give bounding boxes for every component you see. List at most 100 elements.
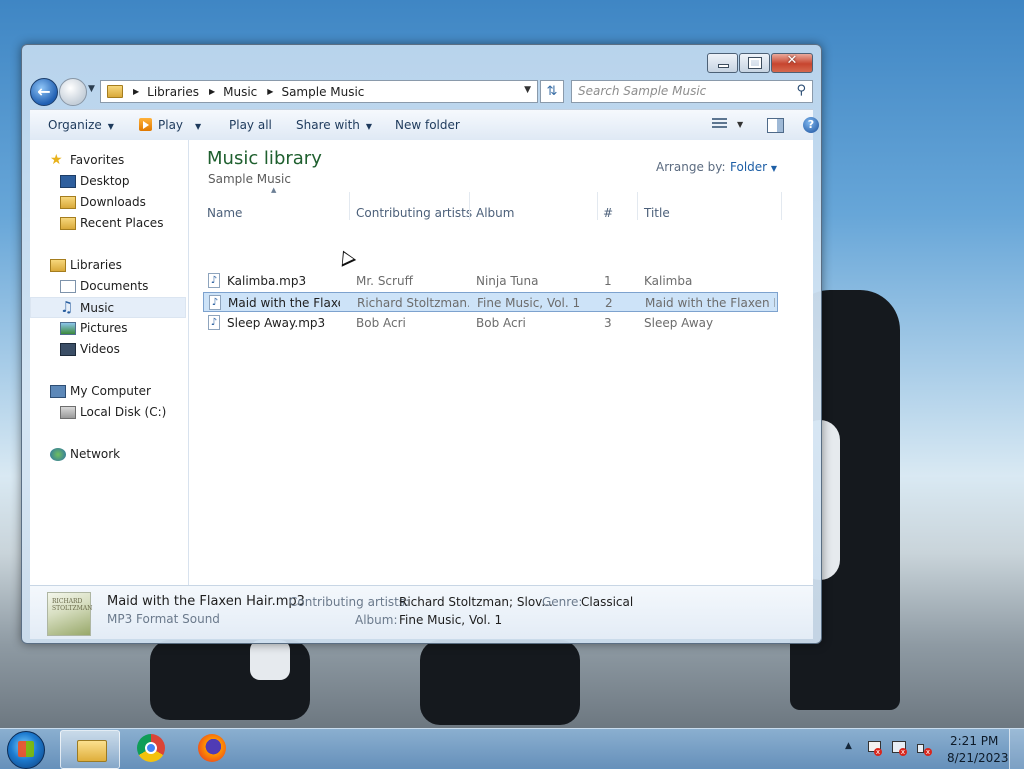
clock-date[interactable]: 8/21/2023 — [947, 751, 1009, 765]
address-dropdown-icon[interactable]: ▼ — [524, 85, 531, 95]
nav-documents[interactable]: Documents — [30, 276, 186, 297]
taskbar-explorer-button[interactable] — [60, 730, 120, 769]
nav-my-computer[interactable]: My Computer — [30, 381, 186, 402]
forward-button[interactable] — [59, 78, 87, 106]
nav-libraries[interactable]: Libraries — [30, 255, 186, 276]
minimize-icon — [718, 64, 729, 68]
minimize-button[interactable] — [707, 53, 738, 73]
preview-pane-icon[interactable] — [767, 118, 784, 133]
table-row[interactable]: ♪ Sleep Away.mp3 Bob Acri Bob Acri 3 Sle… — [203, 313, 778, 333]
column-header-album[interactable]: Album — [476, 202, 514, 224]
navigation-pane: ★ Favorites Desktop Downloads Recent Pla… — [30, 140, 189, 585]
column-divider[interactable] — [469, 192, 470, 220]
details-genre-value[interactable]: Classical — [581, 595, 633, 609]
column-divider[interactable] — [637, 192, 638, 220]
back-button[interactable]: ← — [30, 78, 58, 106]
taskbar-chrome-button[interactable] — [121, 730, 179, 767]
clock-time[interactable]: 2:21 PM — [950, 734, 998, 748]
file-name: Kalimba.mp3 — [227, 274, 307, 288]
details-album-label: Album: — [355, 613, 398, 627]
recent-pages-dropdown[interactable]: ▼ — [88, 84, 95, 94]
firefox-icon — [198, 734, 226, 762]
recent-places-icon — [60, 217, 76, 230]
taskbar-firefox-button[interactable] — [182, 730, 240, 767]
file-title: Sleep Away — [644, 316, 714, 330]
details-album-value[interactable]: Fine Music, Vol. 1 — [399, 613, 502, 627]
views-dropdown-icon[interactable]: ▼ — [737, 110, 743, 140]
column-divider[interactable] — [781, 192, 782, 220]
command-bar: Organize ▼ Play ▼ Play all Share with ▼ New… — [30, 109, 819, 141]
close-button[interactable]: ✕ — [771, 53, 813, 73]
search-box: ⚲ — [571, 80, 813, 103]
chrome-icon — [137, 734, 165, 762]
search-icon[interactable]: ⚲ — [796, 83, 806, 98]
breadcrumb-music[interactable]: Music — [223, 85, 257, 99]
file-artist: Bob Acri — [356, 316, 406, 330]
details-filetype: MP3 Format Sound — [107, 612, 220, 626]
maximize-icon — [748, 57, 762, 69]
breadcrumb-sample-music[interactable]: Sample Music — [281, 85, 364, 99]
column-divider[interactable] — [349, 192, 350, 220]
file-album: Bob Acri — [476, 316, 526, 330]
column-header-artists[interactable]: Contributing artists — [356, 202, 472, 224]
share-with-button[interactable]: Share with ▼ — [296, 110, 372, 140]
search-input[interactable] — [578, 81, 788, 100]
file-title: Maid with the Flaxen H... — [645, 296, 775, 310]
show-hidden-icons-button[interactable]: ▲ — [845, 741, 852, 751]
nav-libraries-label: Libraries — [70, 258, 122, 272]
play-button[interactable]: Play ▼ — [139, 110, 201, 140]
organize-button[interactable]: Organize ▼ — [48, 110, 114, 140]
arrange-by-dropdown[interactable]: Folder ▼ — [730, 160, 777, 174]
file-track-number: 3 — [604, 316, 612, 330]
column-divider[interactable] — [597, 192, 598, 220]
new-folder-button[interactable]: New folder — [395, 110, 460, 140]
change-view-icon[interactable] — [712, 118, 727, 131]
details-artists-label: Contributing artists: — [289, 595, 410, 609]
nav-local-disk[interactable]: Local Disk (C:) — [30, 402, 186, 423]
column-header-name[interactable]: Name — [207, 202, 242, 224]
file-track-number: 2 — [605, 296, 613, 310]
breadcrumb-libraries[interactable]: Libraries — [147, 85, 199, 99]
nav-documents-label: Documents — [80, 279, 149, 293]
volume-muted-icon[interactable]: x — [916, 740, 932, 756]
file-name: Maid with the Flaxe... — [228, 296, 340, 310]
table-row[interactable]: ♪ Maid with the Flaxe... Richard Stoltzm… — [203, 292, 778, 312]
address-bar[interactable]: ▶ Libraries ▶ Music ▶ Sample Music ▼ — [100, 80, 538, 103]
music-note-icon: ♫ — [60, 298, 74, 316]
nav-music[interactable]: ♫ Music — [30, 297, 186, 318]
nav-favorites-label: Favorites — [70, 153, 125, 167]
file-artist: Mr. Scruff — [356, 274, 413, 288]
nav-downloads-label: Downloads — [80, 195, 146, 209]
nav-recent-places[interactable]: Recent Places — [30, 213, 186, 234]
network-status-icon[interactable]: x — [891, 740, 907, 756]
nav-favorites[interactable]: ★ Favorites — [30, 150, 186, 171]
help-icon[interactable]: ? — [803, 117, 819, 133]
nav-network[interactable]: Network — [30, 444, 186, 465]
table-row[interactable]: ♪ Kalimba.mp3 Mr. Scruff Ninja Tuna 1 Ka… — [203, 271, 778, 291]
action-center-flag-icon[interactable]: x — [866, 740, 882, 756]
nav-videos[interactable]: Videos — [30, 339, 186, 360]
nav-desktop[interactable]: Desktop — [30, 171, 186, 192]
share-with-label: Share with — [296, 118, 360, 132]
maximize-button[interactable] — [739, 53, 770, 73]
breadcrumb-separator-icon[interactable]: ▶ — [133, 87, 139, 96]
videos-icon — [60, 343, 76, 356]
column-header-title[interactable]: Title — [644, 202, 670, 224]
details-genre-label: Genre: — [542, 595, 583, 609]
audio-file-icon: ♪ — [209, 295, 221, 310]
file-artist: Richard Stoltzman... — [357, 296, 469, 310]
breadcrumb-separator-icon[interactable]: ▶ — [267, 87, 273, 96]
show-desktop-button[interactable] — [1009, 729, 1024, 769]
refresh-button[interactable]: ⇅ — [540, 80, 564, 103]
breadcrumb-separator-icon[interactable]: ▶ — [209, 87, 215, 96]
column-header-track-number[interactable]: # — [603, 202, 613, 224]
libraries-icon — [50, 259, 66, 272]
file-title: Kalimba — [644, 274, 693, 288]
nav-network-label: Network — [70, 447, 121, 461]
nav-pictures[interactable]: Pictures — [30, 318, 186, 339]
navigation-row: ← ▼ ▶ Libraries ▶ Music ▶ Sample Music ▼… — [30, 75, 813, 106]
start-button[interactable] — [7, 731, 45, 769]
details-artists-value[interactable]: Richard Stoltzman; Slov... — [399, 595, 553, 609]
play-all-button[interactable]: Play all — [229, 110, 272, 140]
nav-downloads[interactable]: Downloads — [30, 192, 186, 213]
